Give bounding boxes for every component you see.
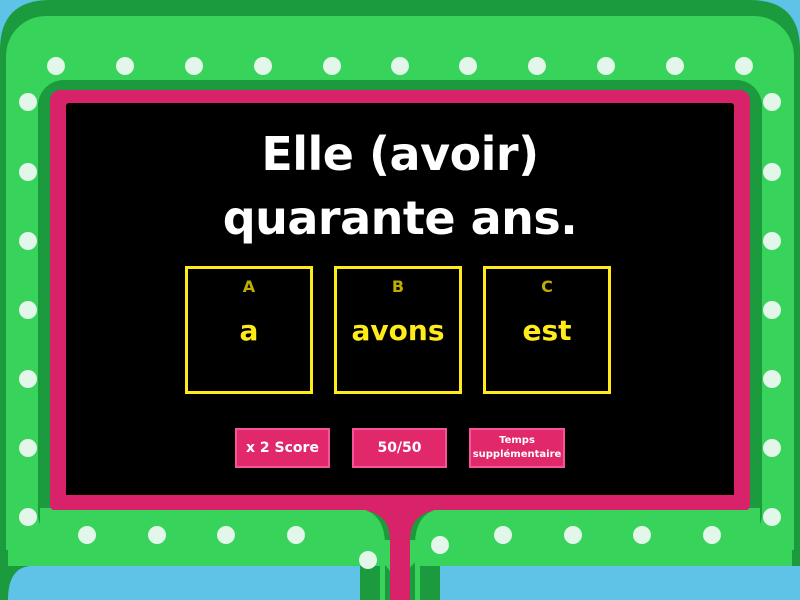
light-bulb — [528, 57, 546, 75]
light-bulb — [19, 93, 37, 111]
answer-a-letter: A — [242, 277, 256, 296]
light-bulb — [254, 57, 272, 75]
light-bulb — [763, 439, 781, 457]
light-bulb — [217, 526, 235, 544]
light-bulb — [763, 163, 781, 181]
light-bulb — [19, 232, 37, 250]
stand-green-right-lower — [420, 540, 792, 566]
light-bulb — [185, 57, 203, 75]
light-bulb — [763, 232, 781, 250]
question-text: Elle (avoir) quarante ans. — [70, 122, 730, 250]
light-bulb — [323, 57, 341, 75]
light-bulb — [78, 526, 96, 544]
answer-c-button[interactable]: C est — [483, 266, 611, 394]
stand-green-left-lower — [8, 540, 380, 566]
fifty-fifty-button[interactable]: 50/50 — [352, 428, 447, 468]
double-score-button[interactable]: x 2 Score — [235, 428, 330, 468]
stand-sky-right — [440, 566, 800, 600]
question-line-2: quarante ans. — [222, 191, 578, 245]
light-bulb — [19, 439, 37, 457]
light-bulb — [666, 57, 684, 75]
light-bulb — [763, 370, 781, 388]
double-score-label: x 2 Score — [246, 440, 319, 456]
light-bulb — [763, 508, 781, 526]
stand-dark-left — [360, 566, 380, 600]
answer-a-text: a — [239, 314, 259, 347]
light-bulb — [763, 93, 781, 111]
light-bulb — [597, 57, 615, 75]
answer-b-letter: B — [391, 277, 405, 296]
extra-time-label-line-2: supplémentaire — [472, 449, 562, 460]
light-bulb — [459, 57, 477, 75]
light-bulb — [431, 536, 449, 554]
light-bulb — [763, 301, 781, 319]
light-bulb — [564, 526, 582, 544]
light-bulb — [494, 526, 512, 544]
light-bulb — [391, 57, 409, 75]
light-bulb — [19, 370, 37, 388]
light-bulb — [19, 163, 37, 181]
answer-a-button[interactable]: A a — [185, 266, 313, 394]
answer-c-text: est — [522, 314, 572, 347]
light-bulb — [148, 526, 166, 544]
answer-b-button[interactable]: B avons — [334, 266, 462, 394]
light-bulb — [47, 57, 65, 75]
light-bulb — [735, 57, 753, 75]
stand-sky-left — [0, 566, 360, 600]
extra-time-button[interactable]: Temps supplémentaire — [469, 428, 565, 468]
stand-pink-lower — [390, 510, 410, 600]
light-bulb — [633, 526, 651, 544]
answer-c-letter: C — [541, 277, 553, 296]
light-bulb — [19, 301, 37, 319]
light-bulb — [703, 526, 721, 544]
answer-b-text: avons — [351, 314, 445, 347]
fifty-fifty-label: 50/50 — [377, 440, 422, 456]
screen-background-bottom — [66, 470, 734, 495]
light-bulb — [359, 551, 377, 569]
stand-dark-right — [420, 566, 440, 600]
light-bulb — [116, 57, 134, 75]
question-line-1: Elle (avoir) — [261, 127, 539, 181]
light-bulb — [287, 526, 305, 544]
light-bulb — [19, 508, 37, 526]
extra-time-label-line-1: Temps — [499, 435, 535, 446]
